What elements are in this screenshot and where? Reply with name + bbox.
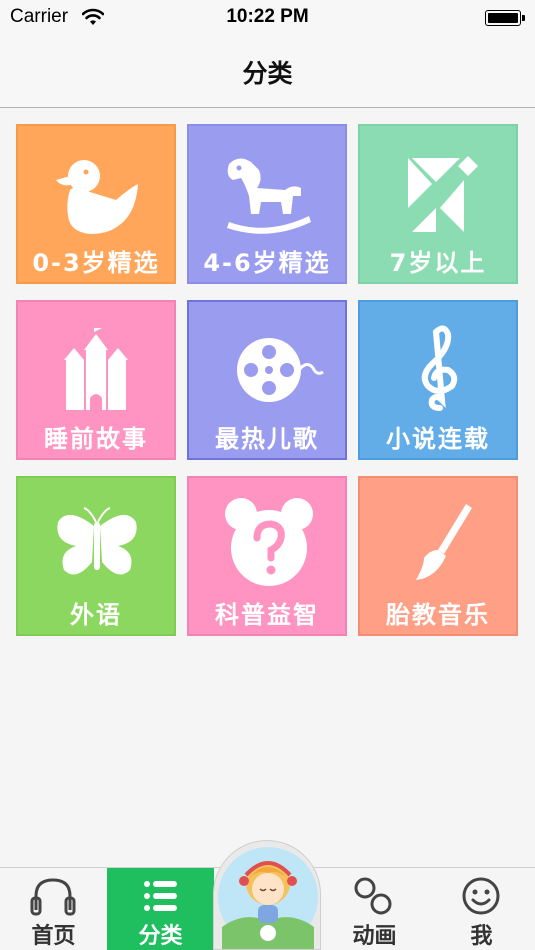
category-label: 4-6岁精选 — [203, 249, 331, 277]
nav-bar: 分类 — [0, 36, 535, 108]
list-icon — [144, 881, 177, 911]
tab-category[interactable]: 分类 — [107, 868, 214, 950]
rocking-horse-icon — [227, 158, 311, 234]
tab-animation[interactable]: 动画 — [321, 868, 428, 950]
tab-label: 首页 — [31, 924, 76, 949]
category-label: 科普益智 — [215, 601, 319, 629]
headphones-icon — [30, 878, 76, 916]
tab-me[interactable]: 我 — [428, 868, 535, 950]
category-label: 7岁以上 — [389, 249, 487, 277]
animation-icon — [354, 877, 392, 915]
category-label: 小说连载 — [386, 425, 490, 453]
status-bar: Carrier 10:22 PM — [0, 0, 535, 36]
category-tile-prenatal[interactable]: 胎教音乐 — [358, 476, 518, 636]
category-tile-bedtime[interactable]: 睡前故事 — [16, 300, 176, 460]
tab-label: 分类 — [138, 924, 183, 949]
clock: 10:22 PM — [226, 6, 309, 27]
category-tile-0-3[interactable]: 0-3岁精选 — [16, 124, 176, 284]
category-label: 胎教音乐 — [386, 601, 490, 629]
paintbrush-icon — [416, 504, 472, 580]
category-tile-4-6[interactable]: 4-6岁精选 — [187, 124, 347, 284]
tab-label: 动画 — [352, 924, 397, 949]
tab-label: 我 — [470, 924, 493, 949]
film-reel-icon — [237, 338, 324, 402]
category-tile-serial[interactable]: 小说连载 — [358, 300, 518, 460]
category-label: 0-3岁精选 — [32, 249, 160, 277]
category-label: 睡前故事 — [44, 425, 148, 453]
treble-clef-icon — [421, 325, 458, 411]
category-tile-hot-songs[interactable]: 最热儿歌 — [187, 300, 347, 460]
question-bear-icon — [225, 498, 313, 586]
category-label: 最热儿歌 — [215, 425, 319, 453]
butterfly-icon — [57, 507, 137, 575]
page-title: 分类 — [242, 59, 293, 88]
category-tile-science[interactable]: 科普益智 — [187, 476, 347, 636]
avatar-icon — [218, 847, 318, 949]
castle-icon — [64, 324, 128, 410]
smiley-icon — [462, 877, 500, 915]
duck-icon — [56, 160, 138, 234]
tab-home[interactable]: 首页 — [0, 868, 107, 950]
category-tile-7plus[interactable]: 7岁以上 — [358, 124, 518, 284]
category-tile-language[interactable]: 外语 — [16, 476, 176, 636]
battery-icon — [485, 10, 525, 26]
category-label: 外语 — [70, 601, 122, 629]
center-avatar-button[interactable] — [213, 840, 321, 950]
tangram-icon — [408, 156, 478, 232]
